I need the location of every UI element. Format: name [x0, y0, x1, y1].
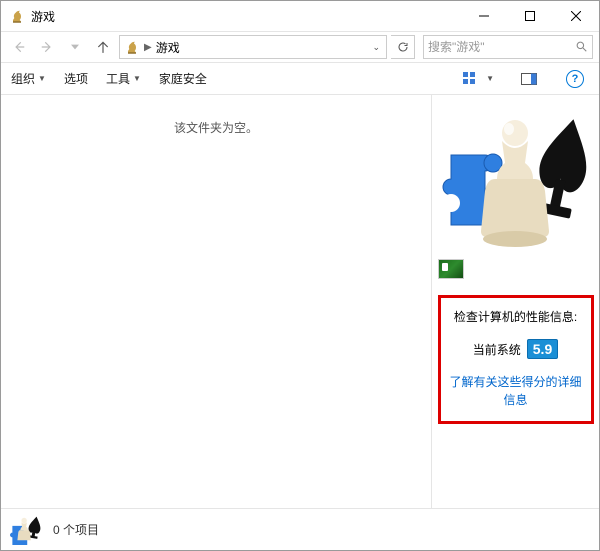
games-app-icon — [9, 8, 25, 24]
family-safety-menu[interactable]: 家庭安全 — [159, 70, 207, 87]
family-safety-label: 家庭安全 — [159, 70, 207, 87]
perf-details-link[interactable]: 了解有关这些得分的详细信息 — [447, 373, 585, 409]
organize-label: 组织 — [11, 70, 35, 87]
maximize-button[interactable] — [507, 1, 553, 31]
refresh-button[interactable] — [391, 35, 415, 59]
window-title: 游戏 — [31, 8, 55, 25]
nav-recent-dropdown[interactable] — [63, 35, 87, 59]
chevron-down-icon: ▼ — [486, 74, 494, 83]
command-toolbar: 组织 ▼ 选项 工具 ▼ 家庭安全 ▼ ? — [1, 63, 599, 95]
minimize-button[interactable] — [461, 1, 507, 31]
view-options-button[interactable]: ▼ — [459, 68, 497, 90]
navigation-bar: ▶ 游戏 ⌄ — [1, 31, 599, 63]
status-item-count: 0 个项目 — [53, 521, 99, 538]
breadcrumb[interactable]: ▶ 游戏 ⌄ — [119, 35, 387, 59]
help-icon: ? — [566, 70, 584, 88]
search-box[interactable] — [423, 35, 593, 59]
games-explorer-window: 游戏 ▶ 游戏 ⌄ — [0, 0, 600, 551]
chevron-down-icon: ▼ — [133, 74, 141, 83]
breadcrumb-dropdown-icon[interactable]: ⌄ — [372, 42, 380, 53]
empty-folder-message: 该文件夹为空。 — [1, 119, 431, 136]
status-bar: 0 个项目 — [1, 508, 599, 550]
chevron-down-icon: ▼ — [38, 74, 46, 83]
games-hero-icon — [441, 103, 591, 253]
content-area: 该文件夹为空。 — [1, 95, 599, 508]
nav-forward-button[interactable] — [35, 35, 59, 59]
options-label: 选项 — [64, 70, 88, 87]
file-list-pane[interactable]: 该文件夹为空。 — [1, 95, 431, 508]
organize-menu[interactable]: 组织 ▼ — [11, 70, 46, 87]
status-games-icon — [9, 515, 45, 545]
game-thumbnail[interactable] — [438, 259, 464, 279]
titlebar: 游戏 — [1, 1, 599, 31]
search-input[interactable] — [428, 40, 575, 54]
close-button[interactable] — [553, 1, 599, 31]
breadcrumb-icon — [124, 39, 140, 55]
nav-up-button[interactable] — [91, 35, 115, 59]
tools-label: 工具 — [106, 70, 130, 87]
perf-current-system-label: 当前系统 — [473, 341, 521, 358]
options-menu[interactable]: 选项 — [64, 70, 88, 87]
breadcrumb-location[interactable]: 游戏 — [156, 39, 180, 56]
search-icon — [575, 40, 588, 54]
tools-menu[interactable]: 工具 ▼ — [106, 70, 141, 87]
preview-pane-button[interactable] — [515, 68, 543, 90]
perf-panel-title: 检查计算机的性能信息: — [447, 308, 585, 325]
chevron-right-icon: ▶ — [144, 42, 152, 53]
help-button[interactable]: ? — [561, 68, 589, 90]
nav-back-button[interactable] — [7, 35, 31, 59]
perf-score-badge: 5.9 — [527, 339, 558, 359]
thumbnail-row — [438, 259, 593, 279]
details-pane: 检查计算机的性能信息: 当前系统 5.9 了解有关这些得分的详细信息 — [431, 95, 599, 508]
performance-info-panel: 检查计算机的性能信息: 当前系统 5.9 了解有关这些得分的详细信息 — [438, 295, 594, 424]
